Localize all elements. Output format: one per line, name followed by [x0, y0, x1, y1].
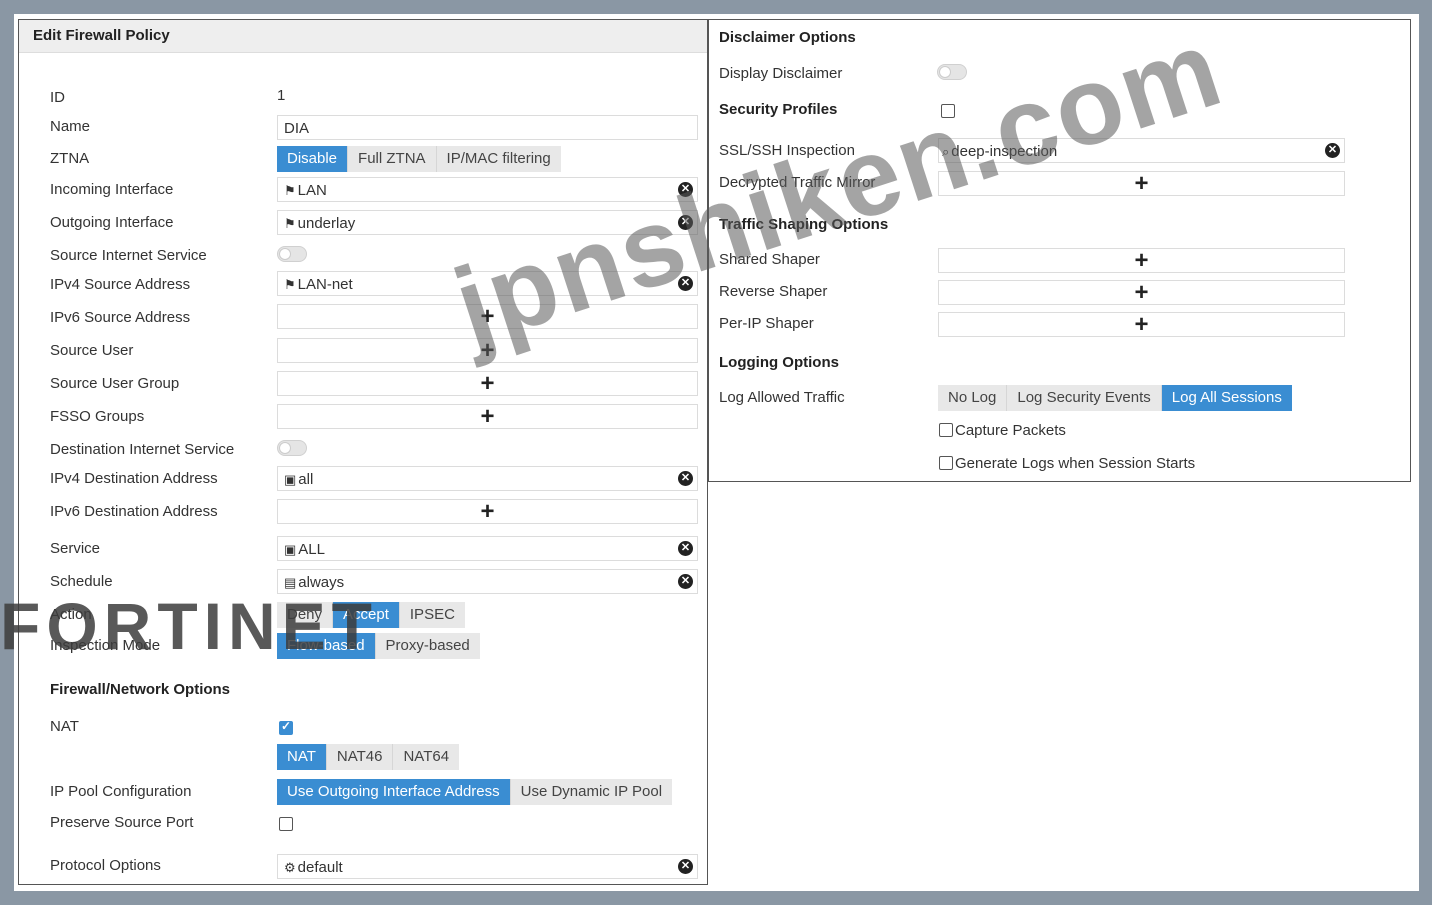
per-ip-shaper-label: Per-IP Shaper: [719, 315, 814, 332]
nat-option-nat[interactable]: NAT: [277, 744, 327, 770]
inspection-option-proxy[interactable]: Proxy-based: [376, 633, 480, 659]
incoming-interface-value: LAN: [297, 182, 327, 199]
preserve-source-port-checkbox[interactable]: [279, 817, 293, 831]
capture-packets-option[interactable]: Capture Packets: [939, 422, 1066, 439]
plus-icon[interactable]: +: [278, 372, 697, 396]
log-option-none[interactable]: No Log: [938, 385, 1008, 411]
nat-option-nat46[interactable]: NAT46: [327, 744, 394, 770]
source-internet-service-toggle[interactable]: [277, 246, 307, 262]
display-disclaimer-label: Display Disclaimer: [719, 65, 843, 82]
nat-option-nat64[interactable]: NAT64: [393, 744, 459, 770]
ip-pool-option-dynamic[interactable]: Use Dynamic IP Pool: [511, 779, 672, 805]
ipv4-destination-label: IPv4 Destination Address: [50, 470, 218, 487]
ip-pool-label: IP Pool Configuration: [50, 783, 192, 800]
log-option-security[interactable]: Log Security Events: [1007, 385, 1162, 411]
log-option-all[interactable]: Log All Sessions: [1161, 385, 1292, 411]
interface-icon: ⚑: [284, 216, 296, 231]
ztna-option-full[interactable]: Full ZTNA: [348, 146, 437, 172]
generate-logs-option[interactable]: Generate Logs when Session Starts: [939, 455, 1195, 472]
plus-icon[interactable]: +: [278, 500, 697, 524]
panel-title: Edit Firewall Policy: [19, 20, 707, 53]
source-user-label: Source User: [50, 342, 134, 359]
shared-shaper-field[interactable]: +: [938, 248, 1345, 273]
per-ip-shaper-field[interactable]: +: [938, 312, 1345, 337]
service-icon: ▣: [284, 542, 297, 557]
plus-icon[interactable]: +: [939, 249, 1344, 273]
ipv4-destination-value: all: [298, 471, 314, 488]
log-allowed-traffic-selector[interactable]: No Log Log Security Events Log All Sessi…: [938, 385, 1292, 411]
ipv6-source-label: IPv6 Source Address: [50, 309, 191, 326]
ipv6-destination-label: IPv6 Destination Address: [50, 503, 218, 520]
generate-logs-checkbox[interactable]: [939, 456, 953, 470]
nat-label: NAT: [50, 718, 79, 735]
ipv4-source-value: LAN-net: [297, 276, 353, 293]
security-profiles-heading: Security Profiles: [719, 101, 838, 118]
outgoing-interface-label: Outgoing Interface: [50, 214, 174, 231]
interface-icon: ⚑: [284, 183, 296, 198]
plus-icon[interactable]: +: [278, 405, 697, 429]
service-value: ALL: [298, 541, 325, 558]
address-icon: ⚑: [284, 277, 296, 292]
destination-internet-service-toggle[interactable]: [277, 440, 307, 456]
id-value: 1: [277, 87, 286, 104]
ztna-selector[interactable]: Disable Full ZTNA IP/MAC filtering: [277, 146, 561, 172]
plus-icon[interactable]: +: [939, 281, 1344, 305]
outgoing-interface-value: underlay: [297, 215, 356, 232]
service-field[interactable]: ▣ ALL ✕: [277, 536, 698, 561]
close-icon[interactable]: ✕: [1325, 143, 1340, 158]
display-disclaimer-toggle[interactable]: [937, 64, 967, 80]
incoming-interface-label: Incoming Interface: [50, 181, 174, 198]
nat-type-selector[interactable]: NAT NAT46 NAT64: [277, 744, 460, 770]
protocol-options-field[interactable]: ⚙ default ✕: [277, 854, 698, 879]
disclaimer-options-heading: Disclaimer Options: [719, 29, 856, 46]
name-value: DIA: [284, 120, 310, 137]
plus-icon[interactable]: +: [939, 313, 1344, 337]
protocol-options-label: Protocol Options: [50, 857, 161, 874]
capture-packets-label: Capture Packets: [955, 422, 1066, 439]
id-label: ID: [50, 89, 65, 106]
close-icon[interactable]: ✕: [678, 471, 693, 486]
generate-logs-label: Generate Logs when Session Starts: [955, 455, 1196, 472]
firewall-network-options-heading: Firewall/Network Options: [50, 681, 231, 698]
close-icon[interactable]: ✕: [678, 859, 693, 874]
close-icon[interactable]: ✕: [678, 574, 693, 589]
fortinet-logo: FORTINET: [0, 589, 378, 663]
close-icon[interactable]: ✕: [678, 541, 693, 556]
ztna-option-ipmac[interactable]: IP/MAC filtering: [437, 146, 561, 172]
edit-firewall-policy-panel: Edit Firewall Policy ID 1 Name DIA ZTNA …: [18, 19, 708, 885]
ipv6-destination-field[interactable]: +: [277, 499, 698, 524]
profile-icon: ⚙: [284, 860, 296, 875]
source-internet-service-label: Source Internet Service: [50, 247, 207, 264]
ipv4-destination-field[interactable]: ▣ all ✕: [277, 466, 698, 491]
nat-checkbox[interactable]: [279, 719, 293, 735]
source-user-group-label: Source User Group: [50, 375, 180, 392]
ipv4-source-label: IPv4 Source Address: [50, 276, 191, 293]
preserve-source-port-label: Preserve Source Port: [50, 814, 194, 831]
ip-pool-selector[interactable]: Use Outgoing Interface Address Use Dynam…: [277, 779, 673, 805]
name-field[interactable]: DIA: [277, 115, 698, 140]
log-allowed-traffic-label: Log Allowed Traffic: [719, 389, 845, 406]
capture-packets-checkbox[interactable]: [939, 423, 953, 437]
service-label: Service: [50, 540, 101, 557]
destination-internet-service-label: Destination Internet Service: [50, 441, 235, 458]
ztna-label: ZTNA: [50, 150, 90, 167]
action-option-ipsec[interactable]: IPSEC: [400, 602, 465, 628]
address-icon: ▣: [284, 472, 297, 487]
protocol-options-value: default: [297, 859, 343, 876]
source-user-group-field[interactable]: +: [277, 371, 698, 396]
name-label: Name: [50, 118, 91, 135]
ztna-option-disable[interactable]: Disable: [277, 146, 349, 172]
ip-pool-option-outgoing[interactable]: Use Outgoing Interface Address: [277, 779, 511, 805]
logging-options-heading: Logging Options: [719, 354, 839, 371]
reverse-shaper-field[interactable]: +: [938, 280, 1345, 305]
fsso-groups-field[interactable]: +: [277, 404, 698, 429]
fsso-groups-label: FSSO Groups: [50, 408, 145, 425]
